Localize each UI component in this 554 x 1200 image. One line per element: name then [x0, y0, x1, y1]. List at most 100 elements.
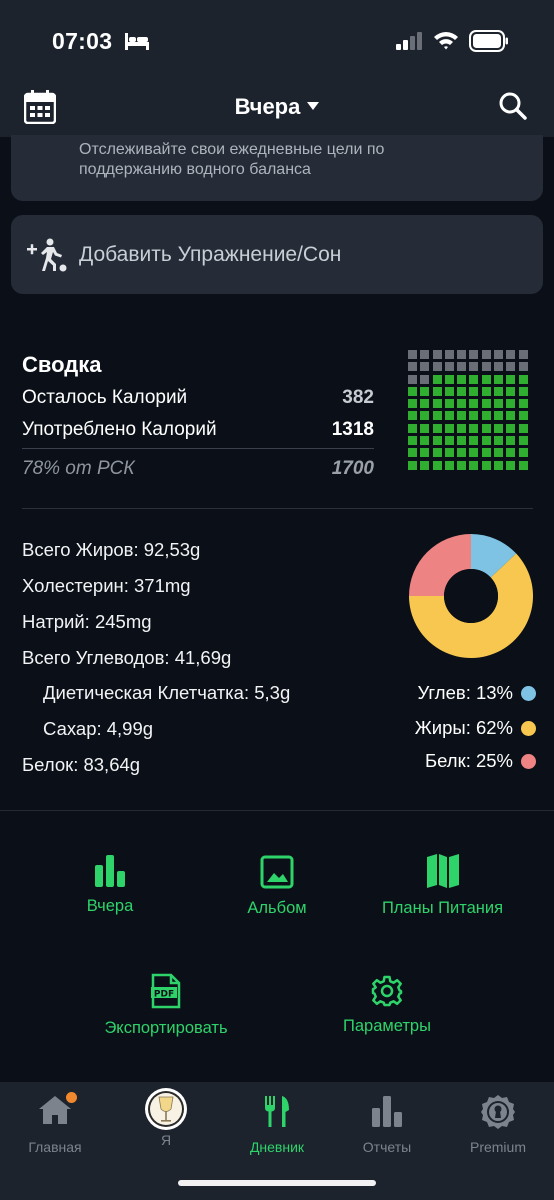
- waffle-cell-consumed: [457, 436, 467, 446]
- waffle-cell-remaining: [432, 350, 442, 359]
- waffle-cell-consumed: [457, 448, 467, 458]
- summary-title: Сводка: [22, 352, 102, 377]
- waffle-cell-remaining: [457, 362, 467, 372]
- waffle-cell-consumed: [408, 448, 417, 458]
- image-icon: [260, 855, 294, 889]
- tab-me[interactable]: Я: [111, 1082, 221, 1148]
- waffle-cell-consumed: [518, 411, 528, 421]
- waffle-cell-remaining: [469, 362, 479, 372]
- waffle-cell-consumed: [494, 411, 504, 421]
- chevron-down-icon: [307, 102, 320, 111]
- meal-plans-label: Планы Питания: [381, 899, 504, 917]
- waffle-cell-remaining: [481, 362, 491, 372]
- tab-diary[interactable]: Дневник: [222, 1082, 332, 1155]
- status-time: 07:03: [52, 28, 113, 54]
- waffle-cell-consumed: [469, 386, 479, 396]
- waffle-cell-consumed: [457, 411, 467, 421]
- export-button[interactable]: PDF Экспортировать: [86, 973, 246, 1038]
- gear-icon: [371, 975, 403, 1007]
- waffle-cell-consumed: [481, 411, 491, 421]
- section-divider-2: [0, 810, 554, 811]
- waffle-cell-consumed: [518, 423, 528, 433]
- consumed-calories-row: Употреблено Калорий 1318: [22, 419, 374, 441]
- tab-premium-label: Premium: [469, 1139, 526, 1155]
- waffle-cell-consumed: [469, 460, 479, 470]
- waffle-cell-remaining: [408, 362, 417, 372]
- waffle-cell-consumed: [432, 374, 442, 384]
- waffle-cell-consumed: [444, 386, 454, 396]
- summary-divider: [22, 448, 374, 449]
- date-selector[interactable]: Вчера: [0, 94, 554, 120]
- consumed-calories-value: 1318: [331, 419, 374, 440]
- waffle-cell-consumed: [494, 436, 504, 446]
- fat-color-dot: [521, 720, 536, 736]
- yesterday-label: Вчера: [86, 897, 134, 915]
- waffle-cell-remaining: [469, 350, 479, 359]
- waffle-cell-consumed: [444, 399, 454, 409]
- waffle-cell-consumed: [432, 399, 442, 409]
- waffle-cell-remaining: [420, 374, 430, 384]
- home-indicator: [178, 1180, 376, 1186]
- settings-button[interactable]: Параметры: [327, 975, 447, 1036]
- tab-home[interactable]: Главная: [0, 1082, 110, 1155]
- waffle-cell-consumed: [469, 423, 479, 433]
- waffle-cell-consumed: [420, 448, 430, 458]
- waffle-cell-consumed: [518, 386, 528, 396]
- waffle-cell-consumed: [481, 436, 491, 446]
- waffle-cell-consumed: [457, 460, 467, 470]
- svg-text:PDF: PDF: [154, 990, 174, 1000]
- wifi-icon: [434, 32, 458, 50]
- waffle-cell-consumed: [432, 423, 442, 433]
- waffle-cell-remaining: [494, 350, 504, 359]
- waffle-cell-consumed: [444, 436, 454, 446]
- waffle-cell-consumed: [420, 399, 430, 409]
- search-icon[interactable]: [498, 91, 528, 121]
- yesterday-button[interactable]: Вчера: [60, 853, 160, 916]
- waffle-cell-consumed: [469, 374, 479, 384]
- waffle-cell-consumed: [518, 399, 528, 409]
- waffle-cell-consumed: [518, 374, 528, 384]
- remaining-calories-label: Осталось Калорий: [22, 387, 188, 408]
- waffle-cell-remaining: [518, 362, 528, 372]
- page-title: Вчера: [234, 94, 301, 119]
- waffle-cell-remaining: [420, 362, 430, 372]
- waffle-cell-remaining: [481, 350, 491, 359]
- waffle-cell-remaining: [494, 362, 504, 372]
- waffle-cell-consumed: [408, 423, 417, 433]
- macro-protein-label: Белк: 25%: [424, 750, 513, 771]
- waffle-cell-consumed: [481, 399, 491, 409]
- waffle-cell-consumed: [444, 448, 454, 458]
- export-label: Экспортировать: [104, 1019, 228, 1037]
- waffle-cell-consumed: [457, 374, 467, 384]
- waffle-cell-consumed: [457, 386, 467, 396]
- waffle-cell-consumed: [469, 411, 479, 421]
- waffle-cell-consumed: [469, 448, 479, 458]
- waffle-cell-consumed: [420, 411, 430, 421]
- waffle-cell-remaining: [444, 350, 454, 359]
- waffle-cell-consumed: [494, 460, 504, 470]
- tab-reports[interactable]: Отчеты: [332, 1082, 442, 1155]
- bed-icon: [125, 33, 149, 50]
- waffle-cell-consumed: [481, 423, 491, 433]
- waffle-cell-consumed: [408, 411, 417, 421]
- add-exercise-button[interactable]: Добавить Упражнение/Сон: [11, 215, 543, 294]
- waffle-cell-consumed: [481, 448, 491, 458]
- fork-knife-icon: [265, 1096, 289, 1127]
- waffle-cell-consumed: [408, 460, 417, 470]
- sodium: Натрий: 245mg: [22, 611, 152, 632]
- tab-premium[interactable]: Premium: [443, 1082, 553, 1155]
- album-button[interactable]: Альбом: [227, 855, 327, 918]
- waffle-cell-consumed: [432, 448, 442, 458]
- waffle-cell-consumed: [518, 460, 528, 470]
- waffle-cell-consumed: [469, 399, 479, 409]
- macro-protein: Белк: 25%: [425, 750, 536, 772]
- waffle-cell-consumed: [506, 386, 516, 396]
- water-tracking-card[interactable]: Отслеживайте свои ежедневные цели по под…: [11, 135, 543, 201]
- waffle-cell-consumed: [444, 423, 454, 433]
- waffle-cell-consumed: [444, 374, 454, 384]
- waffle-cell-consumed: [494, 374, 504, 384]
- meal-plans-button[interactable]: Планы Питания: [370, 853, 515, 918]
- waffle-cell-remaining: [408, 350, 417, 359]
- waffle-cell-consumed: [457, 423, 467, 433]
- tab-reports-label: Отчеты: [362, 1139, 412, 1155]
